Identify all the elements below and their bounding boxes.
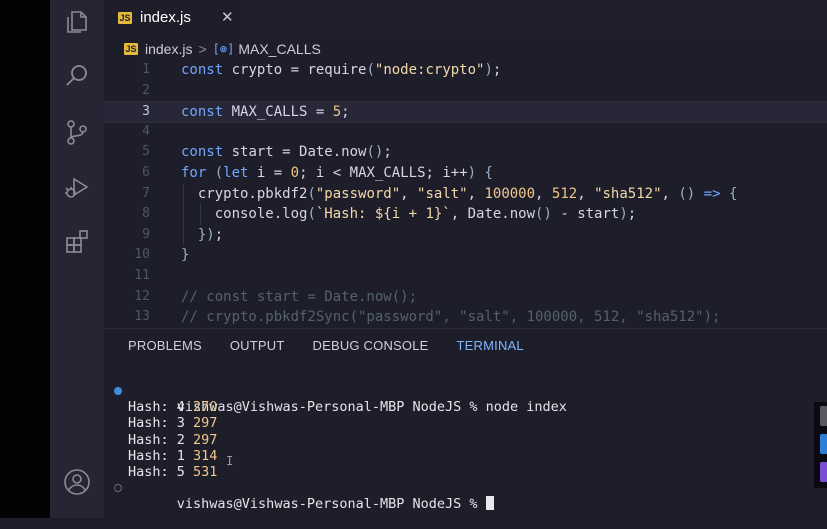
js-file-icon: JS bbox=[124, 43, 138, 55]
bottom-panel: PROBLEMS OUTPUT DEBUG CONSOLE TERMINAL v… bbox=[104, 328, 827, 518]
breadcrumb: JS index.js > [⊚] MAX_CALLS bbox=[124, 39, 321, 59]
line-number: 4 bbox=[142, 123, 150, 139]
search-icon[interactable] bbox=[63, 62, 91, 90]
account-icon[interactable] bbox=[63, 468, 91, 496]
indent-guide bbox=[200, 204, 201, 225]
code-line[interactable]: 11 bbox=[104, 266, 827, 286]
line-number: 7 bbox=[142, 185, 150, 201]
line-number: 1 bbox=[142, 62, 150, 77]
code-text: // const start = Date.now(); bbox=[181, 288, 418, 305]
prompt-status-dot bbox=[114, 484, 122, 493]
code-text: for (let i = 0; i < MAX_CALLS; i++) { bbox=[181, 165, 493, 181]
line-number: 8 bbox=[142, 206, 150, 222]
code-line[interactable]: 7 crypto.pbkdf2("password", "salt", 1000… bbox=[104, 184, 827, 204]
code-text: }); bbox=[197, 226, 224, 243]
code-line[interactable]: 6 for (let i = 0; i < MAX_CALLS; i++) { bbox=[104, 163, 827, 183]
code-editor[interactable]: 1 const crypto = require("node:crypto"); 2… bbox=[104, 60, 827, 328]
terminal-prompt-line: vishwas@Vishwas-Personal-MBP NodeJS % bbox=[104, 480, 567, 512]
line-number: 6 bbox=[142, 165, 150, 180]
terminal-cursor bbox=[485, 496, 494, 511]
code-line[interactable]: 1 const crypto = require("node:crypto"); bbox=[104, 60, 827, 80]
line-number: 2 bbox=[142, 82, 150, 98]
terminal-output-line: Hash: 1 314 bbox=[128, 447, 218, 464]
line-number: 11 bbox=[134, 268, 150, 283]
tab-problems[interactable]: PROBLEMS bbox=[128, 338, 202, 353]
code-line[interactable]: 5 const start = Date.now(); bbox=[104, 142, 827, 162]
code-text: const start = Date.now(); bbox=[181, 144, 392, 161]
terminal-output-line: Hash: 2 297 bbox=[128, 431, 218, 448]
line-number: 9 bbox=[142, 226, 150, 242]
line-number: 12 bbox=[134, 288, 150, 304]
code-line[interactable]: 2 bbox=[104, 81, 827, 101]
terminal-output-line: Hash: 5 531 bbox=[128, 463, 218, 480]
left-black-strip bbox=[0, 0, 50, 518]
overlay-button-icon bbox=[820, 462, 827, 482]
files-icon[interactable] bbox=[63, 8, 91, 36]
overlay-button-icon bbox=[820, 434, 827, 454]
terminal-output-line: Hash: 4 270 bbox=[128, 399, 218, 416]
code-text: // crypto.pbkdf2Sync("password", "salt",… bbox=[181, 309, 721, 326]
run-debug-icon[interactable] bbox=[63, 173, 91, 201]
line-number: 13 bbox=[134, 309, 150, 325]
line-number: 10 bbox=[134, 247, 150, 263]
code-line[interactable]: 12 // const start = Date.now(); bbox=[104, 287, 827, 307]
chevron-right-icon: > bbox=[198, 41, 207, 57]
source-control-icon[interactable] bbox=[63, 118, 91, 146]
close-icon[interactable]: ✕ bbox=[221, 8, 234, 26]
breadcrumb-file[interactable]: index.js bbox=[145, 41, 192, 57]
tab-debug-console[interactable]: DEBUG CONSOLE bbox=[313, 338, 429, 353]
terminal-output-line: Hash: 3 297 bbox=[128, 415, 218, 432]
terminal[interactable]: vishwas@Vishwas-Personal-MBP NodeJS % no… bbox=[104, 383, 567, 512]
js-file-icon: JS bbox=[118, 11, 132, 24]
panel-tabs: PROBLEMS OUTPUT DEBUG CONSOLE TERMINAL bbox=[128, 338, 552, 353]
code-line[interactable]: 4 bbox=[104, 122, 827, 142]
code-line[interactable]: 9 }); bbox=[104, 225, 827, 245]
code-line[interactable]: 13 // crypto.pbkdf2Sync("password", "salt… bbox=[104, 307, 827, 327]
breadcrumb-symbol[interactable]: MAX_CALLS bbox=[238, 41, 320, 57]
code-line[interactable]: 8 console.log(`Hash: ${i + 1}`, Date.now… bbox=[104, 204, 827, 224]
code-text: } bbox=[181, 247, 190, 264]
tab-output[interactable]: OUTPUT bbox=[230, 338, 285, 353]
command-status-dot bbox=[114, 387, 122, 395]
extensions-icon[interactable] bbox=[63, 228, 91, 256]
tab-index-js[interactable]: JS index.js ✕ bbox=[104, 0, 242, 35]
code-line[interactable]: 10} bbox=[104, 245, 827, 265]
tab-terminal[interactable]: TERMINAL bbox=[457, 338, 524, 353]
code-text: const crypto = require("node:crypto"); bbox=[181, 62, 502, 78]
code-text: crypto.pbkdf2("password", "salt", 100000… bbox=[181, 185, 738, 202]
variable-icon: [⊚] bbox=[212, 42, 235, 56]
code-text: console.log(`Hash: ${i + 1}`, Date.now()… bbox=[181, 206, 637, 223]
code-line[interactable]: 3 const MAX_CALLS = 5; bbox=[104, 101, 827, 124]
ibeam-cursor-icon: I bbox=[226, 454, 234, 468]
right-overlay-strip bbox=[814, 402, 827, 488]
line-number: 5 bbox=[142, 144, 150, 160]
terminal-command-line: vishwas@Vishwas-Personal-MBP NodeJS % no… bbox=[104, 383, 567, 415]
code-text: const MAX_CALLS = 5; bbox=[181, 104, 350, 121]
overlay-button-icon bbox=[820, 406, 827, 426]
line-number: 3 bbox=[142, 104, 150, 120]
indent-guide bbox=[183, 183, 184, 246]
tab-label: index.js bbox=[140, 9, 191, 26]
